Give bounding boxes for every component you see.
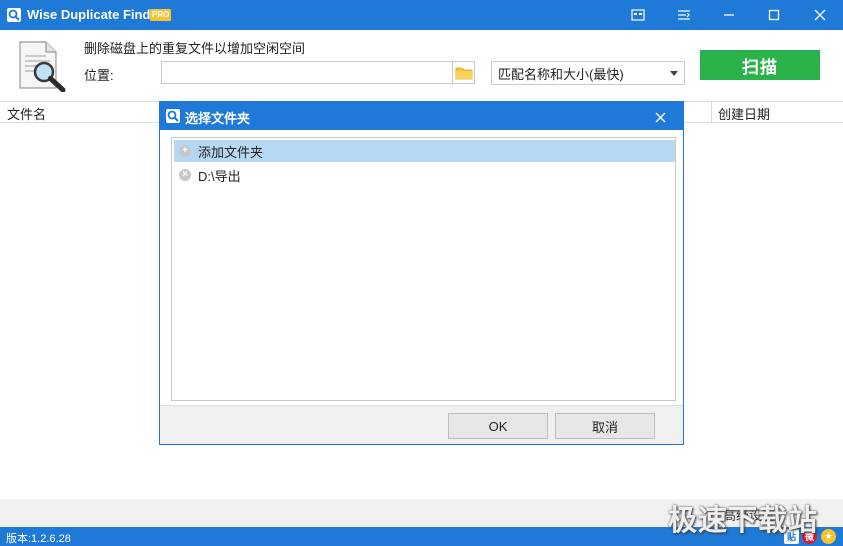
theme-button[interactable] bbox=[618, 0, 658, 30]
tagline: 删除磁盘上的重复文件以增加空闲空间 bbox=[84, 41, 306, 56]
maximize-icon bbox=[768, 9, 780, 21]
remove-icon[interactable]: × bbox=[179, 169, 191, 181]
folder-row[interactable]: × D:\导出 bbox=[174, 164, 675, 186]
location-label: 位置: bbox=[84, 68, 114, 83]
document-search-icon bbox=[19, 41, 66, 92]
ok-button[interactable]: OK bbox=[448, 413, 548, 439]
location-input[interactable] bbox=[161, 61, 453, 84]
maximize-button[interactable] bbox=[754, 0, 794, 30]
cancel-button[interactable]: 取消 bbox=[555, 413, 655, 439]
dialog-title: 选择文件夹 bbox=[185, 111, 251, 126]
version-text: 版本:1.2.6.28 bbox=[6, 533, 71, 545]
app-logo-icon bbox=[166, 109, 180, 123]
theme-icon bbox=[631, 9, 645, 21]
star-icon[interactable]: ★ bbox=[821, 529, 836, 544]
minimize-icon bbox=[724, 14, 734, 16]
close-button[interactable] bbox=[800, 0, 840, 30]
folder-row-label: 添加文件夹 bbox=[198, 144, 264, 160]
dialog-title-bar: 选择文件夹 bbox=[160, 102, 683, 130]
app-logo-icon bbox=[7, 8, 21, 22]
add-folder-row[interactable]: + 添加文件夹 bbox=[174, 140, 675, 162]
column-header-filename[interactable]: 文件名 bbox=[7, 104, 46, 123]
dialog-content: + 添加文件夹 × D:\导出 bbox=[160, 130, 683, 405]
folder-row-label: D:\导出 bbox=[198, 168, 241, 184]
menu-button[interactable] bbox=[664, 0, 704, 30]
select-folder-dialog: 选择文件夹 + 添加文件夹 × D:\导出 OK 取消 bbox=[159, 101, 684, 445]
minimize-button[interactable] bbox=[709, 0, 749, 30]
column-divider bbox=[711, 102, 712, 123]
browse-folder-button[interactable] bbox=[453, 61, 475, 84]
close-icon bbox=[814, 9, 826, 21]
dialog-footer: OK 取消 bbox=[160, 405, 683, 444]
menu-icon bbox=[678, 10, 690, 20]
folder-list[interactable]: + 添加文件夹 × D:\导出 bbox=[171, 137, 676, 401]
chevron-down-icon bbox=[670, 70, 678, 76]
title-bar: Wise Duplicate Finder PRO bbox=[0, 0, 843, 30]
column-header-created-date[interactable]: 创建日期 bbox=[718, 104, 770, 123]
folder-icon bbox=[455, 67, 472, 79]
pro-badge: PRO bbox=[150, 9, 172, 21]
watermark: 极速下载站 bbox=[668, 503, 819, 537]
toolbar-area: 删除磁盘上的重复文件以增加空闲空间 位置: 匹配名称和大小(最快) 扫描 bbox=[0, 30, 843, 100]
scan-button[interactable]: 扫描 bbox=[700, 50, 820, 80]
match-mode-value: 匹配名称和大小(最快) bbox=[498, 66, 624, 82]
add-icon: + bbox=[179, 145, 191, 157]
match-mode-select[interactable]: 匹配名称和大小(最快) bbox=[491, 61, 685, 85]
app-title: Wise Duplicate Finder bbox=[27, 7, 163, 22]
dialog-close-button[interactable] bbox=[647, 106, 673, 128]
close-icon bbox=[655, 112, 665, 122]
